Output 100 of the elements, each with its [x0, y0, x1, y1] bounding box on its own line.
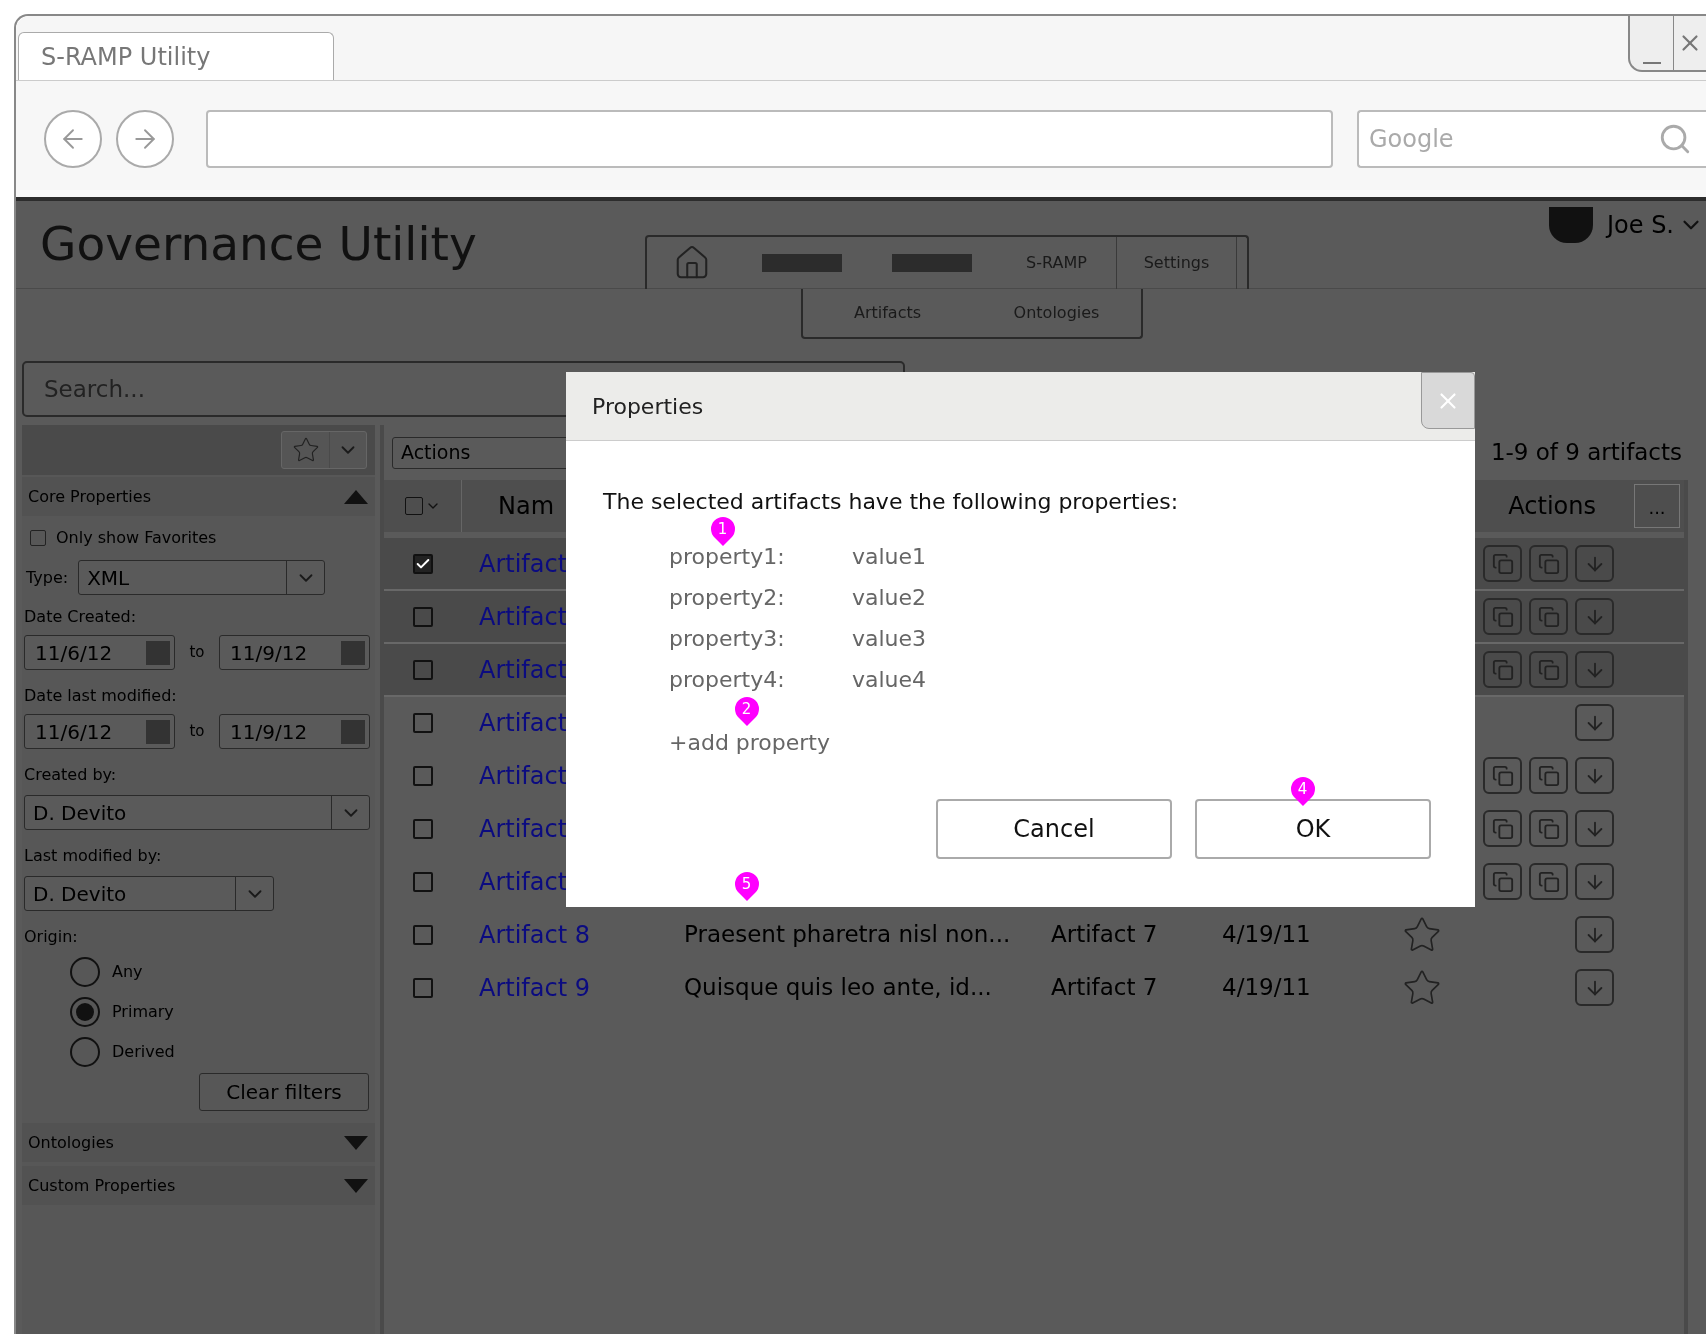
search-icon[interactable] — [1658, 122, 1692, 156]
property-name: property1: — [669, 543, 786, 571]
row-checkbox[interactable] — [413, 659, 433, 680]
dropdown-field[interactable]: D. Devito — [24, 876, 274, 911]
section-header[interactable]: Core Properties — [22, 477, 375, 516]
artifact-link[interactable]: Artifact — [479, 814, 568, 843]
date-field[interactable]: 11/9/12 — [219, 635, 370, 670]
artifact-link[interactable]: Artifact — [479, 602, 568, 631]
back-button[interactable] — [44, 110, 102, 168]
artifact-link[interactable]: Artifact — [479, 867, 568, 896]
clear-filters-button[interactable]: Clear filters — [199, 1073, 369, 1111]
row-checkbox[interactable] — [413, 924, 433, 945]
section-header[interactable]: Ontologies — [22, 1123, 375, 1162]
date-field[interactable]: 11/9/12 — [219, 714, 370, 749]
property-value: value1 — [852, 543, 927, 571]
sub-nav-tab[interactable]: Ontologies — [972, 289, 1141, 337]
row-checkbox[interactable] — [413, 871, 433, 892]
section-header[interactable]: Custom Properties — [22, 1166, 375, 1205]
copy-button[interactable] — [1483, 651, 1522, 688]
copy-icon — [1537, 552, 1560, 575]
copy-icon — [1491, 870, 1514, 893]
download-button[interactable] — [1575, 651, 1614, 688]
artifact-link[interactable]: Artifact — [479, 655, 568, 684]
artifact-link[interactable]: Artifact — [479, 761, 568, 790]
description-cell: Quisque quis leo ante, id... — [684, 974, 992, 1001]
more-button[interactable]: ... — [1634, 484, 1680, 528]
download-button[interactable] — [1575, 545, 1614, 582]
user-menu[interactable]: Joe S. — [1606, 207, 1704, 243]
copy-button[interactable] — [1483, 598, 1522, 635]
app-title: Governance Utility — [40, 215, 478, 273]
download-button[interactable] — [1575, 916, 1614, 953]
dropdown-field[interactable]: D. Devito — [24, 795, 370, 830]
checkbox-label: Only show Favorites — [56, 527, 217, 549]
browser-tab[interactable]: S-RAMP Utility — [18, 32, 334, 80]
field-label: Origin: — [24, 926, 79, 948]
radio-button[interactable] — [70, 997, 100, 1027]
field-label: Type: — [25, 566, 69, 589]
minus-icon — [1642, 62, 1661, 64]
download-button[interactable] — [1575, 598, 1614, 635]
copy-button[interactable] — [1529, 863, 1568, 900]
property-name: property2: — [669, 584, 786, 612]
expand-icon[interactable] — [343, 1177, 369, 1194]
column-header[interactable]: Actions — [1508, 488, 1596, 524]
copy-button[interactable] — [1483, 863, 1522, 900]
nav-tab[interactable]: Settings — [1117, 237, 1237, 289]
row-checkbox[interactable] — [413, 712, 433, 733]
calendar-icon[interactable] — [146, 640, 170, 665]
add-property-link[interactable]: +add property — [669, 726, 830, 759]
download-button[interactable] — [1575, 810, 1614, 847]
copy-button[interactable] — [1529, 545, 1568, 582]
date-field[interactable]: 11/6/12 — [24, 714, 175, 749]
search-field[interactable]: Google — [1357, 110, 1706, 168]
artifact-link[interactable]: Artifact — [479, 549, 568, 578]
property-name: property3: — [669, 625, 786, 653]
range-label: to — [188, 642, 206, 664]
artifact-link[interactable]: Artifact 9 — [479, 973, 591, 1002]
favorites-filter-button[interactable] — [281, 431, 367, 469]
result-count: 1-9 of 9 artifacts — [1490, 438, 1682, 468]
column-header[interactable]: Nam — [498, 488, 555, 524]
date-cell: 4/19/11 — [1222, 921, 1311, 948]
download-button[interactable] — [1575, 969, 1614, 1006]
forward-button[interactable] — [116, 110, 174, 168]
expand-icon[interactable] — [343, 1134, 369, 1151]
copy-button[interactable] — [1529, 598, 1568, 635]
row-checkbox[interactable] — [413, 553, 433, 574]
calendar-icon[interactable] — [341, 719, 365, 744]
copy-button[interactable] — [1483, 545, 1522, 582]
dialog-button[interactable]: OK — [1195, 799, 1431, 859]
artifact-link[interactable]: Artifact — [479, 708, 568, 737]
calendar-icon[interactable] — [146, 719, 170, 744]
copy-button[interactable] — [1529, 651, 1568, 688]
copy-button[interactable] — [1483, 810, 1522, 847]
radio-button[interactable] — [70, 1037, 100, 1067]
property-value: value3 — [852, 625, 927, 653]
radio-button[interactable] — [70, 957, 100, 987]
copy-button[interactable] — [1529, 757, 1568, 794]
collapse-icon[interactable] — [343, 488, 369, 505]
row-checkbox[interactable] — [413, 977, 433, 998]
dropdown-field[interactable]: XML — [78, 560, 326, 595]
copy-button[interactable] — [1483, 757, 1522, 794]
copy-button[interactable] — [1529, 810, 1568, 847]
date-field[interactable]: 11/6/12 — [24, 635, 175, 670]
download-button[interactable] — [1575, 863, 1614, 900]
calendar-icon[interactable] — [341, 640, 365, 665]
row-checkbox[interactable] — [413, 765, 433, 786]
download-button[interactable] — [1575, 757, 1614, 794]
sub-nav-tab[interactable]: Artifacts — [803, 289, 972, 337]
copy-icon — [1491, 658, 1514, 681]
field-label: Created by: — [24, 764, 118, 786]
row-checkbox[interactable] — [413, 606, 433, 627]
artifact-link[interactable]: Artifact 8 — [479, 920, 591, 949]
address-field[interactable] — [206, 110, 1333, 168]
nav-tab[interactable]: S-RAMP — [997, 237, 1117, 289]
row-checkbox[interactable] — [413, 818, 433, 839]
copy-icon — [1537, 658, 1560, 681]
favorites-checkbox[interactable] — [30, 530, 46, 546]
close-button[interactable] — [1421, 372, 1475, 429]
download-button[interactable] — [1575, 704, 1614, 741]
dialog-button[interactable]: Cancel — [936, 799, 1172, 859]
table-cell: Artifact 7 — [1051, 921, 1158, 948]
